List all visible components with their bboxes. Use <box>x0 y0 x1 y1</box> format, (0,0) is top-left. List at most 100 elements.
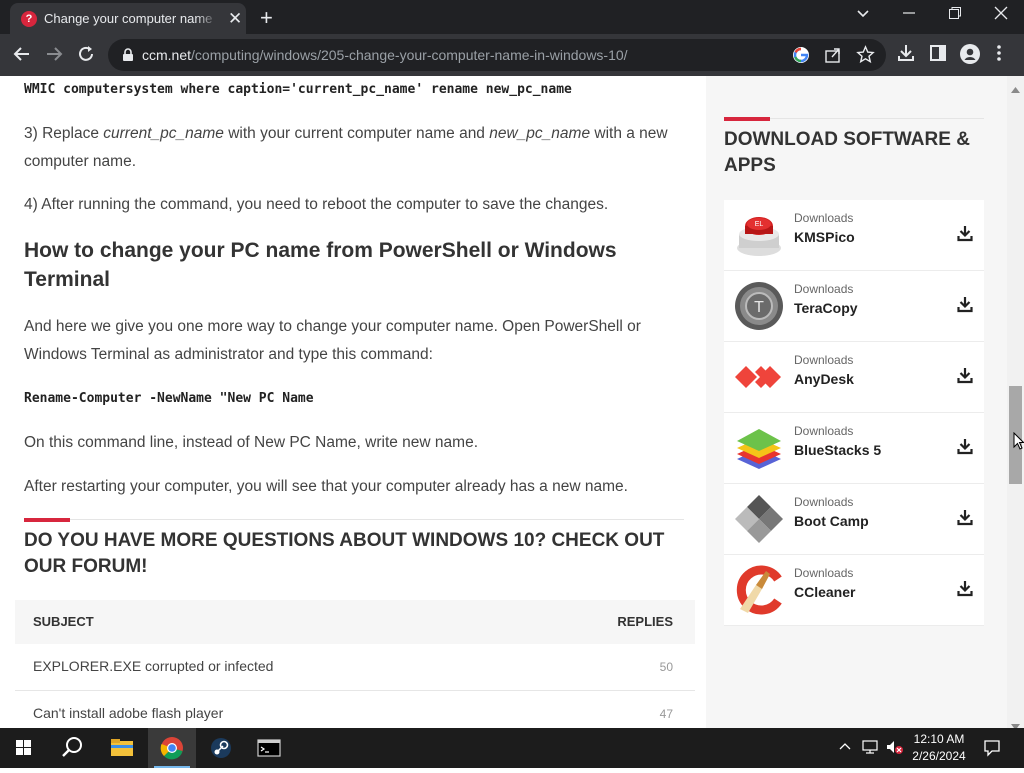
browser-tab[interactable]: ? Change your computer name on Windows 1… <box>10 3 246 34</box>
list-item[interactable]: Downloads Boot Camp <box>724 484 984 555</box>
item-name[interactable]: Boot Camp <box>794 513 869 529</box>
bluestacks-icon <box>734 423 784 473</box>
network-icon[interactable] <box>862 739 880 760</box>
column-replies: REPLIES <box>617 614 673 629</box>
favicon-icon: ? <box>21 11 37 27</box>
anydesk-icon <box>734 352 784 402</box>
item-category: Downloads <box>794 424 854 438</box>
downloads-icon[interactable] <box>897 44 915 66</box>
row-replies: 50 <box>659 660 673 674</box>
after-restart-text: After restarting your computer, you will… <box>24 478 628 495</box>
tab-title-fade <box>196 9 218 29</box>
step-3-part-b: with your current computer name and <box>223 125 490 142</box>
browser-toolbar: ccm.net/computing/windows/205-change-you… <box>0 34 1024 76</box>
search-icon[interactable] <box>48 728 96 768</box>
list-item[interactable]: Downloads AnyDesk <box>724 342 984 413</box>
svg-text:T: T <box>754 299 764 316</box>
item-name[interactable]: AnyDesk <box>794 371 854 387</box>
download-icon[interactable] <box>956 295 974 313</box>
download-icon[interactable] <box>956 366 974 384</box>
tab-search-icon[interactable] <box>856 6 870 24</box>
sidebar-accent-bar <box>724 117 770 121</box>
item-name[interactable]: BlueStacks 5 <box>794 442 881 458</box>
powershell-intro: And here we give you one more way to cha… <box>24 318 641 363</box>
section-accent-bar <box>24 518 70 522</box>
url-host: ccm.net <box>142 47 192 63</box>
browser-titlebar: ? Change your computer name on Windows 1… <box>0 0 1024 34</box>
volume-muted-icon[interactable] <box>886 739 904 760</box>
column-subject: SUBJECT <box>33 614 94 629</box>
bookmark-star-icon[interactable] <box>856 45 875 69</box>
close-window-icon[interactable] <box>994 6 1008 24</box>
back-icon[interactable] <box>12 44 32 68</box>
tab-title: Change your computer name on Windows 10 <box>44 11 216 26</box>
menu-kebab-icon[interactable] <box>996 44 1002 66</box>
section-divider <box>24 519 684 520</box>
taskbar-clock[interactable]: 12:10 AM 2/26/2024 <box>906 731 972 765</box>
restore-icon[interactable] <box>948 6 962 24</box>
profile-avatar-icon[interactable] <box>960 44 980 68</box>
download-icon[interactable] <box>956 437 974 455</box>
lock-icon[interactable] <box>122 48 134 67</box>
close-tab-icon[interactable]: ✕ <box>228 10 242 27</box>
notifications-icon[interactable] <box>983 739 1001 762</box>
item-category: Downloads <box>794 353 854 367</box>
row-subject[interactable]: EXPLORER.EXE corrupted or infected <box>33 658 273 674</box>
url-path: /computing/windows/205-change-your-compu… <box>191 47 628 63</box>
step-3-part-a: 3) Replace <box>24 125 104 142</box>
new-tab-button[interactable]: + <box>260 5 273 31</box>
article-main: WMIC computersystem where caption='curre… <box>0 76 706 728</box>
tray-chevron-up-icon[interactable] <box>838 740 852 759</box>
item-name[interactable]: TeraCopy <box>794 300 858 316</box>
kmspico-icon: EL <box>734 210 784 260</box>
bootcamp-icon <box>734 494 784 544</box>
item-name[interactable]: CCleaner <box>794 584 855 600</box>
row-subject[interactable]: Can't install adobe flash player <box>33 705 223 721</box>
step-4-text: 4) After running the command, you need t… <box>24 196 609 213</box>
download-icon[interactable] <box>956 224 974 242</box>
scroll-up-icon[interactable] <box>1011 80 1020 98</box>
clock-time: 12:10 AM <box>913 732 965 746</box>
item-name[interactable]: KMSPico <box>794 229 855 245</box>
list-item[interactable]: T Downloads TeraCopy <box>724 271 984 342</box>
list-item[interactable]: EL Downloads KMSPico <box>724 200 984 271</box>
table-row[interactable]: EXPLORER.EXE corrupted or infected 50 <box>15 644 695 691</box>
side-panel-icon[interactable] <box>929 44 947 66</box>
ccleaner-icon <box>734 565 784 615</box>
note-text: On this command line, instead of New PC … <box>24 434 478 451</box>
section-heading: How to change your PC name from PowerShe… <box>24 239 617 291</box>
item-category: Downloads <box>794 566 854 580</box>
forum-table: SUBJECT REPLIES EXPLORER.EXE corrupted o… <box>15 600 695 728</box>
forum-table-header: SUBJECT REPLIES <box>15 600 695 644</box>
url-text[interactable]: ccm.net/computing/windows/205-change-you… <box>142 47 628 63</box>
download-list: EL Downloads KMSPico T Downloads TeraCop… <box>724 200 984 626</box>
download-icon[interactable] <box>956 579 974 597</box>
step-3-text: 3) Replace current_pc_name with your cur… <box>24 120 689 176</box>
list-item[interactable]: Downloads CCleaner <box>724 555 984 626</box>
svg-text:EL: EL <box>755 221 764 228</box>
address-bar[interactable]: ccm.net/computing/windows/205-change-you… <box>108 39 886 71</box>
row-replies: 47 <box>659 707 673 721</box>
command-rename: Rename-Computer -NewName "New PC Name <box>24 391 314 406</box>
list-item[interactable]: Downloads BlueStacks 5 <box>724 413 984 484</box>
download-icon[interactable] <box>956 508 974 526</box>
steam-icon[interactable] <box>197 728 245 768</box>
forum-heading: DO YOU HAVE MORE QUESTIONS ABOUT WINDOWS… <box>24 530 665 577</box>
table-row[interactable]: Can't install adobe flash player 47 <box>15 691 695 728</box>
item-category: Downloads <box>794 282 854 296</box>
windows-taskbar: 12:10 AM 2/26/2024 <box>0 728 1024 768</box>
chrome-taskbar-icon[interactable] <box>148 728 196 768</box>
reload-icon[interactable] <box>76 44 96 68</box>
page-scrollbar[interactable] <box>1007 76 1024 730</box>
minimize-icon[interactable] <box>902 6 916 24</box>
terminal-icon[interactable] <box>245 728 293 768</box>
share-icon[interactable] <box>824 46 842 69</box>
item-category: Downloads <box>794 211 854 225</box>
file-explorer-icon[interactable] <box>98 728 146 768</box>
google-icon[interactable] <box>792 46 810 69</box>
command-wmic: WMIC computersystem where caption='curre… <box>24 82 572 97</box>
mouse-cursor-icon <box>1013 431 1024 455</box>
forward-icon[interactable] <box>44 44 64 68</box>
step-3-current-name: current_pc_name <box>103 125 224 142</box>
start-button[interactable] <box>0 728 48 768</box>
